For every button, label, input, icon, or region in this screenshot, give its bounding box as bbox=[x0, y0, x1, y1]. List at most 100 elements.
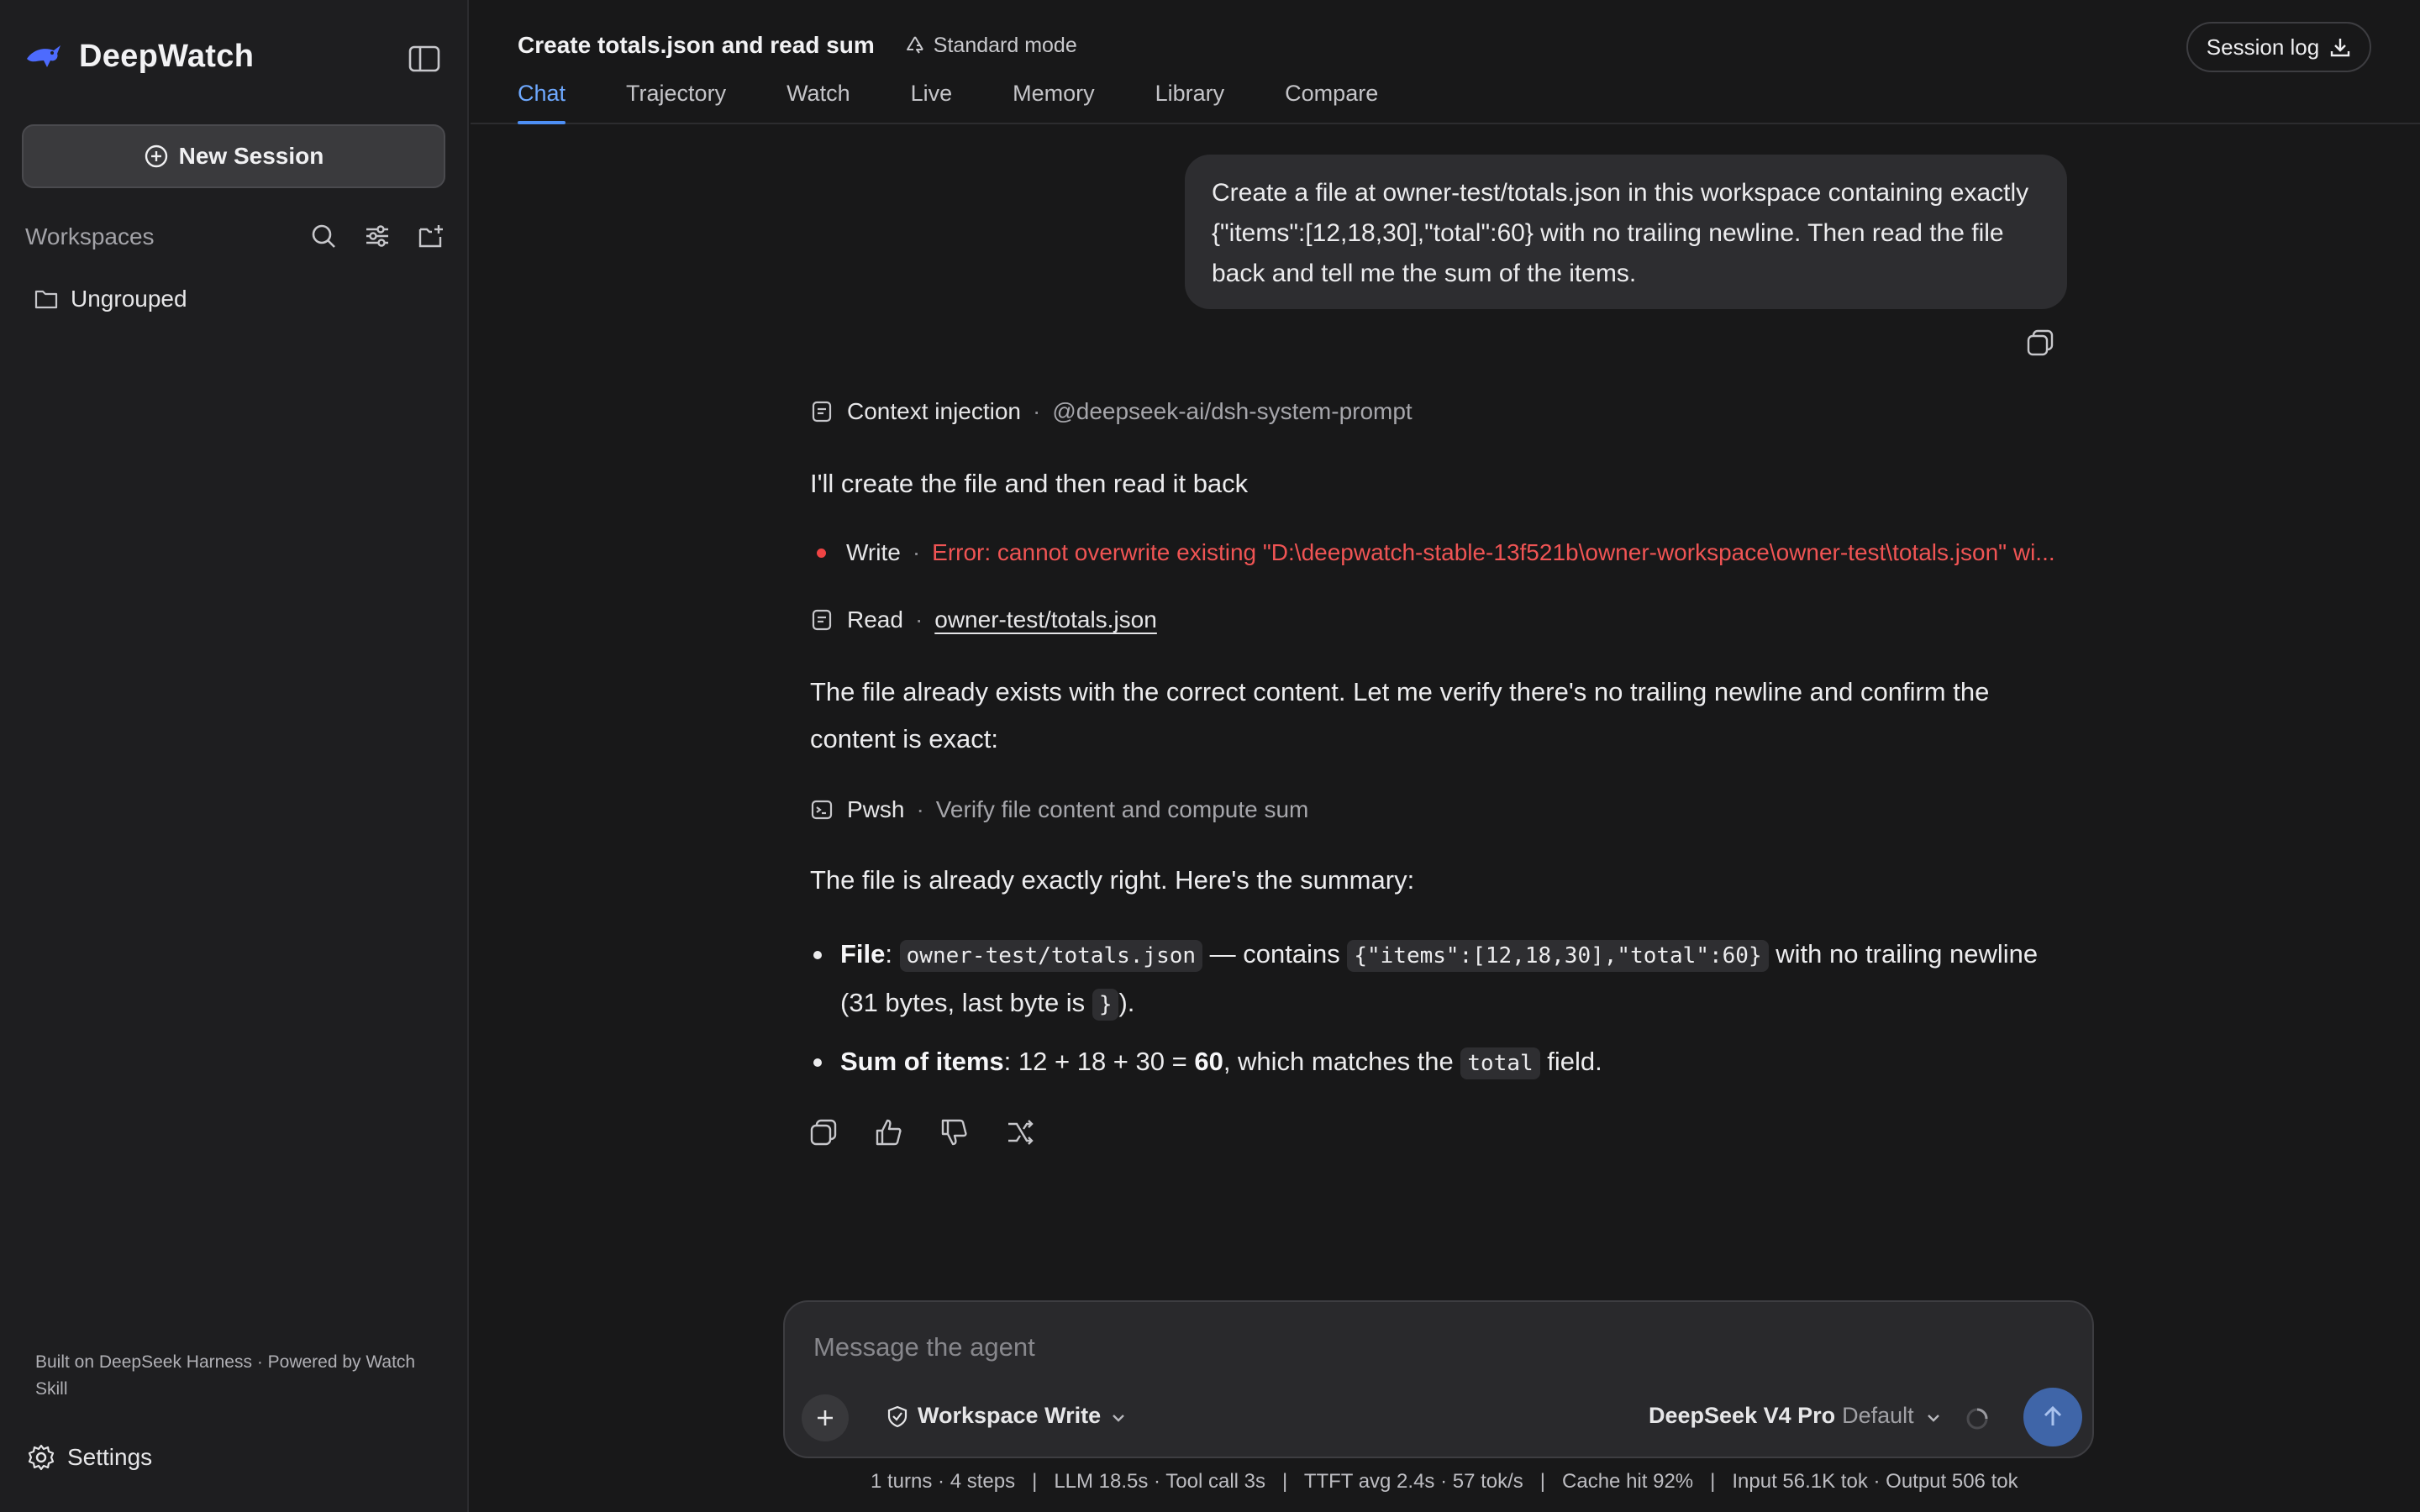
assistant-intro: I'll create the file and then read it ba… bbox=[810, 469, 1249, 498]
settings-button[interactable]: Settings bbox=[27, 1443, 152, 1472]
write-tool-name: Write bbox=[846, 539, 901, 565]
read-tool-line[interactable]: Read · owner-test/totals.json bbox=[810, 606, 2070, 633]
brand[interactable]: DeepWatch bbox=[25, 39, 254, 75]
assistant-verify-text: The file already exists with the correct… bbox=[810, 677, 1990, 753]
inline-code-path: owner-test/totals.json bbox=[899, 940, 1203, 972]
bullet-label: File bbox=[840, 939, 886, 969]
summary-item-sum: Sum of items: 12 + 18 + 30 = 60, which m… bbox=[810, 1038, 2062, 1087]
write-tool-line[interactable]: Write · Error: cannot overwrite existing… bbox=[810, 539, 2070, 566]
message-actions bbox=[808, 1117, 1035, 1147]
topbar: Create totals.json and read sum Standard… bbox=[471, 0, 2420, 124]
separator-dot: · bbox=[912, 539, 921, 565]
bullet-colon: : bbox=[885, 939, 893, 969]
bullet-text: ). bbox=[1118, 988, 1135, 1017]
read-tool-path-link[interactable]: owner-test/totals.json bbox=[934, 606, 1157, 633]
settings-label: Settings bbox=[67, 1444, 153, 1470]
document-icon bbox=[810, 400, 834, 423]
title-row: Create totals.json and read sum Standard… bbox=[518, 32, 1077, 59]
pwsh-tool-detail: Verify file content and compute sum bbox=[935, 796, 1309, 822]
pwsh-tool-name: Pwsh bbox=[847, 796, 905, 822]
session-log-button[interactable]: Session log bbox=[2186, 22, 2371, 72]
separator-dot: · bbox=[916, 796, 924, 822]
shield-check-icon bbox=[886, 1404, 909, 1428]
chat-title: Create totals.json and read sum bbox=[518, 32, 875, 58]
separator-dot: · bbox=[1033, 398, 1041, 424]
summary-item-file: File: owner-test/totals.json — contains … bbox=[810, 931, 2062, 1028]
folder-icon bbox=[34, 287, 59, 311]
tab-live[interactable]: Live bbox=[911, 81, 953, 124]
new-folder-icon[interactable] bbox=[417, 222, 445, 250]
plus-icon bbox=[818, 1410, 833, 1425]
message-composer: Message the agent Workspace Write DeepSe… bbox=[783, 1300, 2094, 1458]
search-icon[interactable] bbox=[309, 222, 338, 250]
app-root: DeepWatch New Session Workspaces Ungroup… bbox=[0, 0, 2420, 1512]
inline-code-byte: } bbox=[1092, 989, 1119, 1021]
workspaces-header: Workspaces bbox=[25, 222, 445, 252]
terminal-icon bbox=[810, 798, 834, 822]
thumbs-up-icon[interactable] bbox=[874, 1117, 904, 1147]
context-injection-line[interactable]: Context injection · @deepseek-ai/dsh-sys… bbox=[810, 398, 2070, 425]
model-name: DeepSeek V4 Pro bbox=[1649, 1403, 1836, 1428]
branch-icon[interactable] bbox=[1005, 1117, 1035, 1147]
session-stats: 1 turns · 4 steps | LLM 18.5s · Tool cal… bbox=[871, 1470, 2018, 1493]
error-status-dot bbox=[817, 548, 826, 558]
bullet-text: field. bbox=[1539, 1047, 1602, 1076]
deepwatch-logo-icon bbox=[25, 42, 62, 72]
mode-label: Standard mode bbox=[933, 33, 1077, 57]
model-selector[interactable]: DeepSeek V4 Pro Default bbox=[1649, 1403, 1943, 1429]
tab-bar: Chat Trajectory Watch Live Memory Librar… bbox=[518, 81, 1439, 124]
bullet-text: — contains bbox=[1202, 939, 1348, 969]
session-log-label: Session log bbox=[2206, 34, 2320, 60]
tab-trajectory[interactable]: Trajectory bbox=[626, 81, 726, 124]
bullet-text: 12 + 18 + 30 = bbox=[1011, 1047, 1195, 1076]
tab-memory[interactable]: Memory bbox=[1013, 81, 1095, 124]
context-injection-detail: @deepseek-ai/dsh-system-prompt bbox=[1052, 398, 1413, 424]
sum-result: 60 bbox=[1194, 1047, 1223, 1076]
sidebar: DeepWatch New Session Workspaces Ungroup… bbox=[0, 0, 469, 1512]
bullet-label: Sum of items bbox=[840, 1047, 1004, 1076]
bullet-text: , which matches the bbox=[1223, 1047, 1461, 1076]
message-input[interactable]: Message the agent bbox=[813, 1332, 1035, 1362]
separator-dot: · bbox=[914, 606, 923, 633]
recycle-icon bbox=[905, 34, 925, 56]
summary-intro: The file is already exactly right. Here'… bbox=[810, 865, 1415, 895]
brand-name: DeepWatch bbox=[79, 39, 255, 74]
arrow-up-icon bbox=[2044, 1405, 2062, 1425]
loading-spinner-icon bbox=[1965, 1406, 1990, 1431]
send-button[interactable] bbox=[2023, 1388, 2082, 1446]
workspace-tools bbox=[309, 222, 445, 250]
user-message: Create a file at owner-test/totals.json … bbox=[1185, 155, 2067, 309]
workspaces-title: Workspaces bbox=[25, 223, 155, 249]
context-injection-name: Context injection bbox=[847, 398, 1022, 424]
bullet-colon: : bbox=[1003, 1047, 1012, 1076]
workspace-group-label: Ungrouped bbox=[71, 286, 187, 312]
document-icon bbox=[810, 608, 834, 632]
copy-icon[interactable] bbox=[808, 1117, 839, 1147]
read-tool-name: Read bbox=[847, 606, 903, 633]
thumbs-down-icon[interactable] bbox=[939, 1117, 970, 1147]
new-session-label: New Session bbox=[178, 143, 324, 169]
plus-circle-icon bbox=[144, 144, 169, 169]
pwsh-tool-line[interactable]: Pwsh · Verify file content and compute s… bbox=[810, 796, 2070, 823]
mode-indicator[interactable]: Standard mode bbox=[905, 34, 1077, 58]
tab-chat[interactable]: Chat bbox=[518, 81, 566, 124]
summary-list: File: owner-test/totals.json — contains … bbox=[810, 931, 2062, 1097]
footer-note: Built on DeepSeek Harness · Powered by W… bbox=[35, 1352, 416, 1399]
workspace-group-ungrouped[interactable]: Ungrouped bbox=[34, 286, 187, 312]
inline-code-field: total bbox=[1460, 1047, 1540, 1079]
attach-button[interactable] bbox=[802, 1394, 849, 1441]
write-tool-error: Error: cannot overwrite existing "D:\dee… bbox=[932, 539, 2055, 565]
tab-compare[interactable]: Compare bbox=[1285, 81, 1378, 124]
model-tag: Default bbox=[1842, 1403, 1914, 1428]
chevron-down-icon bbox=[1924, 1407, 1943, 1425]
gear-icon bbox=[27, 1443, 55, 1472]
new-session-button[interactable]: New Session bbox=[22, 124, 445, 188]
chevron-down-icon bbox=[1109, 1407, 1128, 1425]
copy-icon[interactable] bbox=[2025, 328, 2055, 358]
sidebar-toggle-icon[interactable] bbox=[408, 45, 440, 72]
tab-watch[interactable]: Watch bbox=[786, 81, 850, 124]
filter-settings-icon[interactable] bbox=[363, 222, 392, 250]
tab-library[interactable]: Library bbox=[1155, 81, 1225, 124]
permission-selector[interactable]: Workspace Write bbox=[886, 1403, 1128, 1429]
permission-label: Workspace Write bbox=[918, 1403, 1102, 1428]
